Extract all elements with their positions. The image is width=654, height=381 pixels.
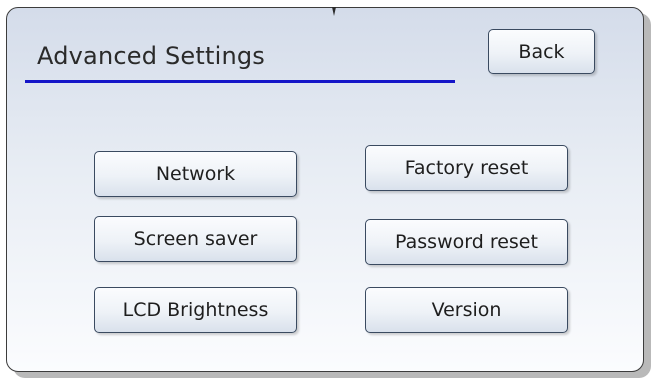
factory-reset-button[interactable]: Factory reset — [365, 145, 568, 191]
down-arrow-indicator-icon — [332, 7, 336, 16]
screen: Advanced Settings Back Network Screen sa… — [0, 0, 654, 381]
lcd-brightness-button[interactable]: LCD Brightness — [94, 287, 297, 333]
version-button[interactable]: Version — [365, 287, 568, 333]
password-reset-button[interactable]: Password reset — [365, 219, 568, 265]
back-button[interactable]: Back — [488, 29, 595, 74]
screen-saver-button[interactable]: Screen saver — [94, 216, 297, 262]
page-title: Advanced Settings — [37, 42, 266, 70]
title-underline — [25, 80, 455, 83]
settings-panel: Advanced Settings Back Network Screen sa… — [6, 7, 644, 372]
network-button[interactable]: Network — [94, 151, 297, 197]
